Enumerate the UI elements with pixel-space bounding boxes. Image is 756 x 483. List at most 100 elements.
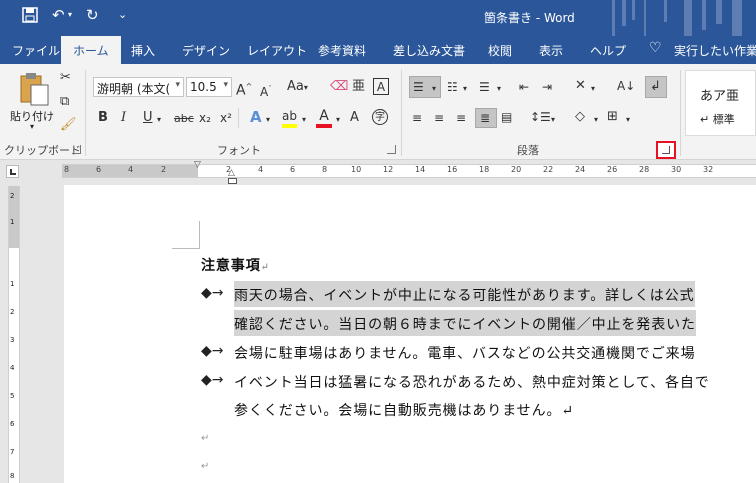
highlighter-icon[interactable]: ab — [282, 108, 297, 128]
ruler-number: 32 — [703, 165, 714, 174]
left-indent-marker[interactable] — [228, 178, 237, 184]
show-hide-marks-button[interactable]: ↲ — [645, 76, 667, 98]
font-color-icon[interactable]: A — [316, 108, 332, 128]
tab-review[interactable]: 校閲 — [488, 42, 512, 59]
chevron-down-icon: ▾ — [175, 80, 180, 90]
enclose-characters-icon[interactable]: 字 — [372, 109, 388, 125]
tab-view[interactable]: 表示 — [539, 42, 563, 59]
tab-design[interactable]: デザイン — [182, 42, 230, 59]
paragraph-mark: ↵ — [260, 262, 270, 273]
bold-button[interactable]: B — [98, 110, 108, 126]
text-effects-dropdown-icon[interactable]: ▾ — [266, 112, 270, 128]
tell-me-search[interactable]: 実行したい作業を — [674, 42, 756, 59]
align-center-icon[interactable]: ≡ — [434, 110, 444, 126]
ruler-number: 5 — [10, 392, 15, 400]
increase-indent-icon[interactable]: ⇥ — [542, 79, 552, 95]
horizontal-ruler[interactable]: 8 6 4 2 2 4 6 8 10 12 14 16 18 20 22 24 … — [62, 164, 756, 178]
document-line: イベント当日は猛暑になる恐れがあるため、熱中症対策として、各自で — [234, 375, 710, 391]
tab-layout[interactable]: レイアウト — [247, 42, 307, 59]
phonetic-guide-icon[interactable]: 亜 — [352, 79, 365, 95]
highlighter-dropdown-icon[interactable]: ▾ — [302, 112, 306, 128]
tab-home[interactable]: ホーム — [61, 36, 121, 64]
hanging-indent-marker[interactable]: △ — [228, 168, 235, 178]
paste-dropdown-icon[interactable]: ▾ — [30, 122, 34, 131]
ruler-number: 4 — [258, 165, 264, 174]
copy-icon[interactable]: ⧉ — [60, 94, 69, 110]
format-painter-icon[interactable]: 🖌 — [60, 117, 77, 133]
align-right-icon[interactable]: ≡ — [456, 110, 466, 126]
asian-layout-icon[interactable]: ✕ — [575, 78, 586, 94]
ruler-number: 6 — [96, 165, 102, 174]
save-icon[interactable] — [22, 7, 38, 27]
bullet-marker: ◆→ — [201, 372, 224, 388]
bullets-button[interactable]: ☰ ▾ — [409, 76, 441, 98]
shading-icon[interactable]: ◇ — [575, 109, 585, 125]
text-effects-icon[interactable]: A — [250, 109, 262, 125]
ruler-number: 16 — [447, 165, 458, 174]
clear-formatting-icon[interactable]: ⌫ — [330, 79, 348, 95]
tab-mailings[interactable]: 差し込み文書 — [393, 42, 465, 59]
undo-dropdown-icon[interactable]: ▾ — [68, 10, 72, 19]
multilevel-list-icon[interactable]: ☰ — [479, 79, 490, 95]
clipboard-dialog-launcher[interactable] — [72, 145, 81, 154]
tab-help[interactable]: ヘルプ — [590, 42, 626, 59]
tab-file[interactable]: ファイル — [12, 42, 60, 59]
first-line-indent-marker[interactable]: ▽ — [194, 160, 201, 170]
redo-icon[interactable]: ↻ — [86, 6, 99, 24]
title-decoration — [632, 0, 635, 20]
paragraph-mark: ↵ — [201, 433, 210, 444]
justify-button[interactable]: ≣ — [475, 108, 497, 128]
ruler-number: 1 — [10, 280, 15, 288]
font-name-dropdown[interactable]: 游明朝 (本文( ▾ — [93, 77, 184, 97]
ruler-number: 8 — [64, 165, 70, 174]
shrink-font-icon[interactable]: Aˇ — [260, 81, 272, 100]
font-size-dropdown[interactable]: 10.5 ▾ — [186, 77, 232, 97]
borders-icon[interactable]: ⊞ — [607, 109, 618, 125]
distributed-icon[interactable]: ▤ — [501, 109, 512, 125]
underline-button[interactable]: U — [143, 110, 153, 126]
grow-font-icon[interactable]: A^ — [236, 79, 252, 99]
tab-selector[interactable] — [6, 165, 19, 178]
shading-dropdown-icon[interactable]: ▾ — [594, 112, 598, 128]
divider — [238, 108, 239, 128]
subscript-button[interactable]: x₂ — [199, 110, 211, 126]
vertical-ruler[interactable]: 2 1 1 2 3 4 5 6 7 8 — [8, 186, 20, 483]
line-spacing-dropdown-icon[interactable]: ▾ — [551, 112, 555, 128]
ruler-number: 1 — [10, 218, 15, 226]
group-separator — [85, 70, 86, 156]
tab-insert[interactable]: 挿入 — [131, 42, 155, 59]
numbering-icon[interactable]: ☷ — [447, 79, 458, 95]
change-case-button[interactable]: Aa▾ — [287, 79, 308, 96]
character-shading-icon[interactable]: A — [350, 110, 359, 126]
borders-dropdown-icon[interactable]: ▾ — [626, 112, 630, 128]
superscript-button[interactable]: x² — [220, 110, 232, 126]
sort-icon[interactable]: A↓ — [617, 78, 635, 94]
ruler-number: 2 — [10, 308, 15, 316]
title-decoration — [612, 0, 615, 36]
strikethrough-button[interactable]: abc — [174, 111, 194, 127]
line-spacing-icon[interactable]: ↕☰ — [530, 109, 551, 125]
asian-layout-dropdown-icon[interactable]: ▾ — [591, 81, 595, 97]
paragraph-dialog-launcher[interactable] — [656, 141, 676, 159]
style-gallery[interactable]: あア亜 ↵ 標準 — [685, 70, 756, 136]
underline-dropdown-icon[interactable]: ▾ — [157, 112, 161, 128]
font-dialog-launcher[interactable] — [387, 145, 396, 154]
customize-quick-access-icon[interactable]: ⌄ — [118, 8, 127, 21]
paste-icon[interactable] — [18, 72, 50, 106]
lightbulb-icon: ♡ — [649, 40, 662, 56]
cut-icon[interactable]: ✂ — [60, 70, 71, 86]
tab-references[interactable]: 参考資料 — [318, 42, 366, 59]
heading-text: 注意事項 — [201, 258, 261, 274]
numbering-dropdown-icon[interactable]: ▾ — [463, 81, 467, 97]
decrease-indent-icon[interactable]: ⇤ — [519, 79, 529, 95]
italic-button[interactable]: I — [121, 110, 126, 126]
align-left-icon[interactable]: ≡ — [412, 110, 422, 126]
chevron-down-icon: ▾ — [432, 84, 437, 93]
character-border-icon[interactable]: A — [373, 78, 389, 95]
undo-icon[interactable]: ↶ — [52, 6, 65, 24]
ruler-number: 4 — [128, 165, 134, 174]
document-page[interactable]: 注意事項↵ ◆→ 雨天の場合、イベントが中止になる可能性があります。詳しくは公式… — [64, 185, 756, 483]
left-tab-icon — [10, 169, 16, 175]
font-color-dropdown-icon[interactable]: ▾ — [336, 112, 340, 128]
multilevel-dropdown-icon[interactable]: ▾ — [497, 81, 501, 97]
